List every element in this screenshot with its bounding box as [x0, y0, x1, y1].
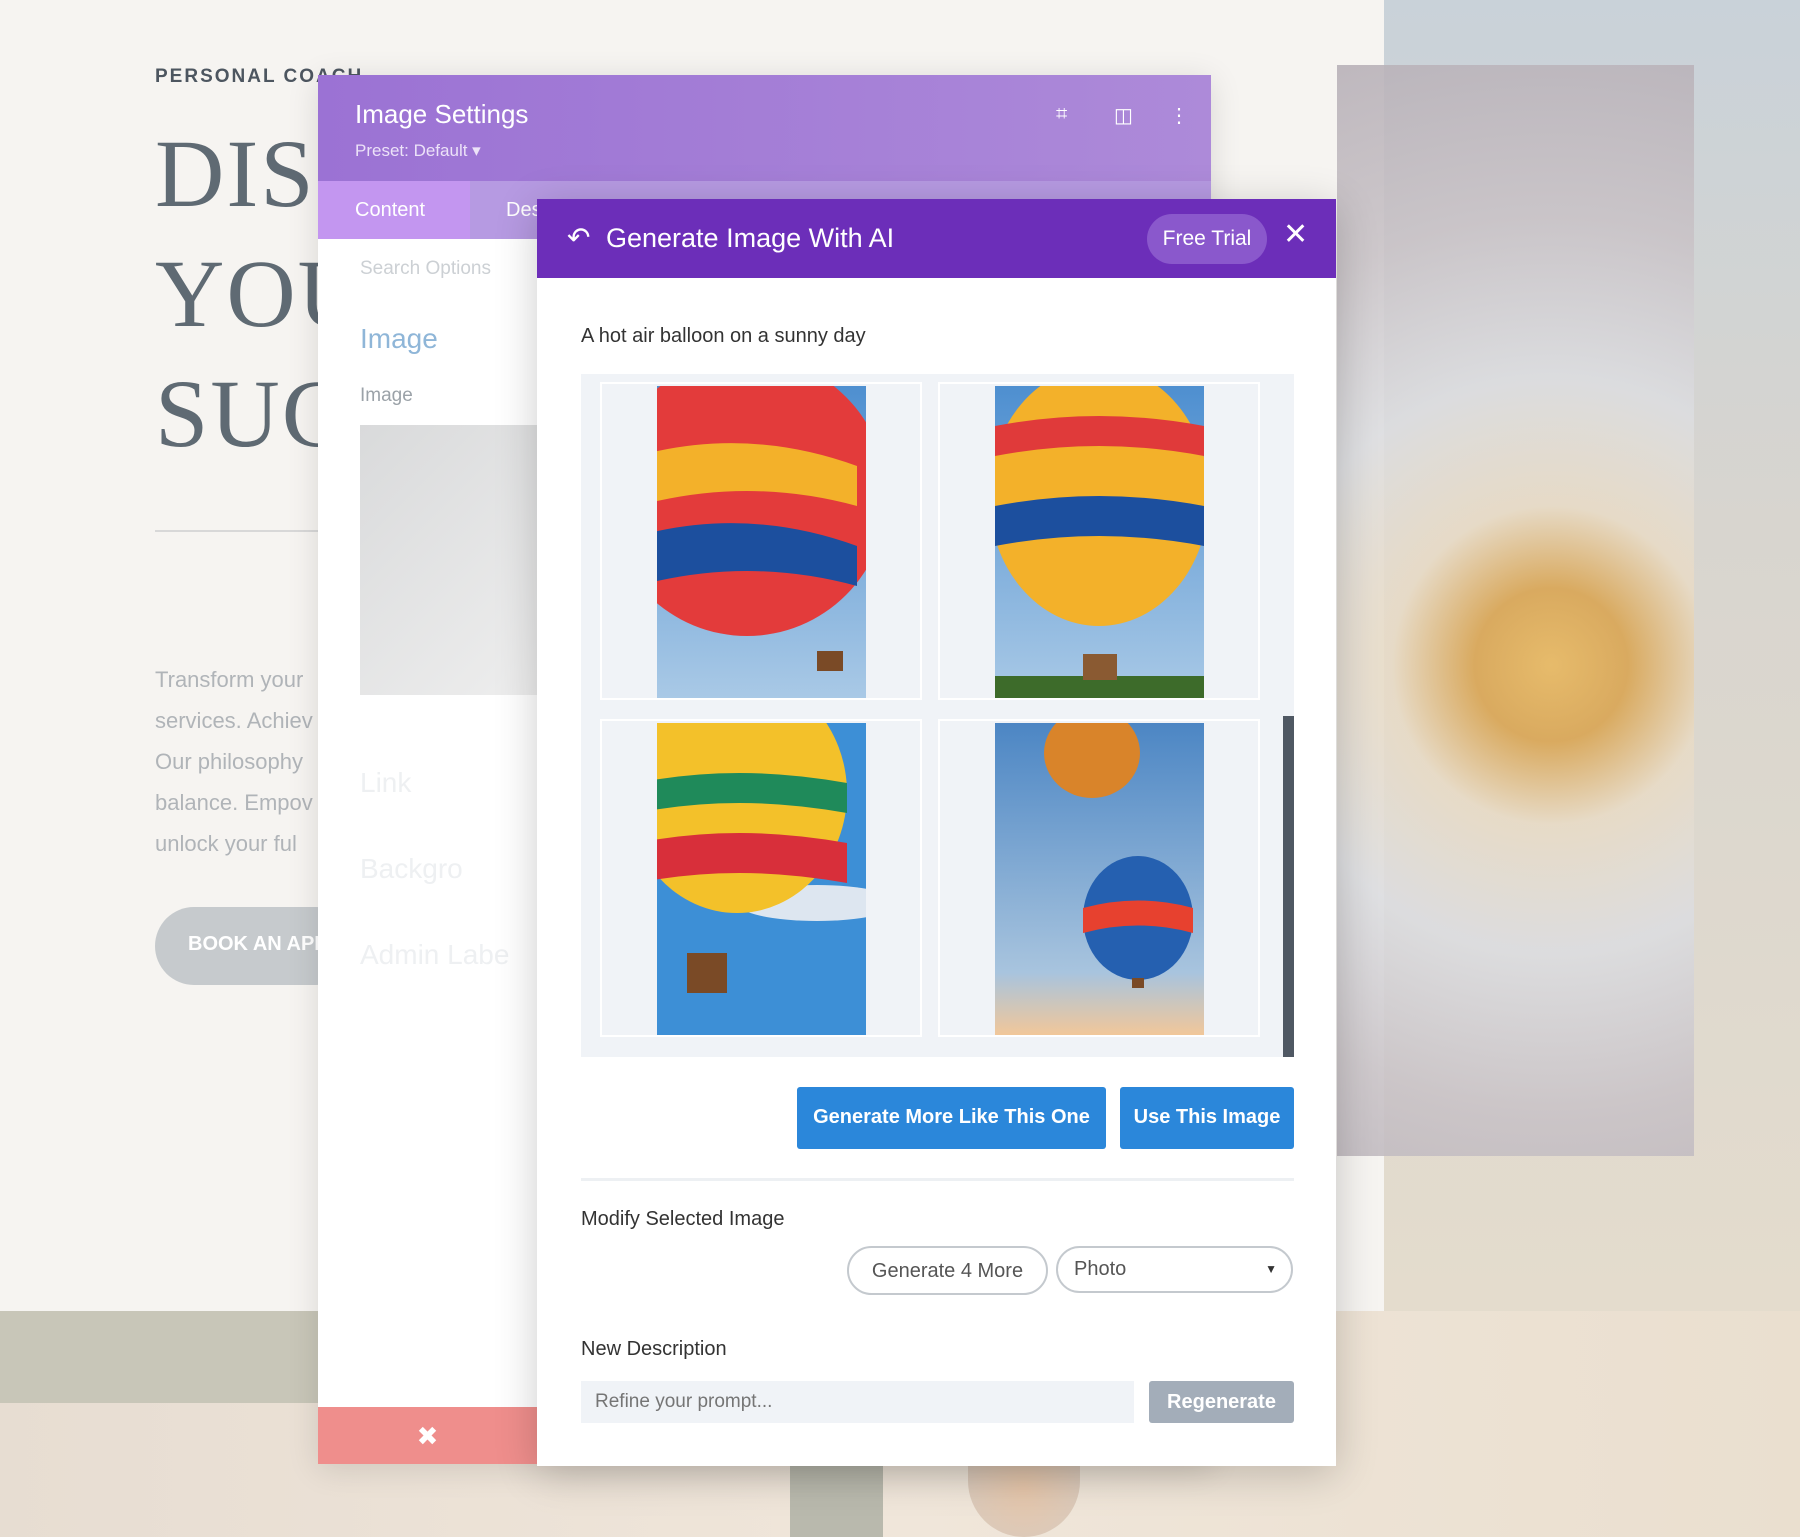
section-background[interactable]: Backgro — [360, 853, 463, 885]
generated-image-4[interactable] — [938, 719, 1260, 1037]
generated-image-3[interactable] — [600, 719, 922, 1037]
free-trial-button[interactable]: Free Trial — [1147, 214, 1267, 264]
modify-section-label: Modify Selected Image — [581, 1208, 785, 1230]
balloon-image — [657, 386, 866, 698]
search-options-input[interactable]: Search Options — [360, 258, 491, 280]
section-image[interactable]: Image — [360, 323, 438, 355]
modal-title: Generate Image With AI — [606, 223, 895, 253]
more-vertical-icon[interactable]: ⋮ — [1169, 103, 1189, 128]
flower-image — [1337, 65, 1694, 1156]
use-this-image-button[interactable]: Use This Image — [1120, 1087, 1294, 1149]
scrollbar[interactable] — [1283, 716, 1294, 1057]
split-view-icon[interactable]: ◫ — [1114, 103, 1133, 128]
image-upload-placeholder[interactable] — [360, 425, 540, 695]
balloon-image — [995, 723, 1204, 1035]
paragraph-line: Transform your — [155, 667, 304, 692]
divider — [581, 1178, 1294, 1181]
paragraph-line: services. Achiev — [155, 708, 313, 733]
generate-more-like-this-button[interactable]: Generate More Like This One — [797, 1087, 1106, 1149]
generated-image-1[interactable] — [600, 382, 922, 700]
close-icon[interactable]: ✕ — [1283, 217, 1308, 252]
section-admin-label[interactable]: Admin Labe — [360, 939, 509, 971]
settings-title: Image Settings — [355, 99, 529, 129]
modal-header: ↶ Generate Image With AI Free Trial ✕ — [537, 199, 1336, 278]
paragraph-line: Our philosophy — [155, 749, 303, 774]
image-field-label: Image — [360, 385, 413, 406]
footer-band — [0, 1311, 318, 1403]
divider — [155, 530, 320, 532]
focus-icon[interactable]: ⌗ — [1056, 103, 1067, 126]
settings-header: Image Settings Preset: Default ▾ ⌗ ◫ ⋮ — [318, 75, 1211, 181]
tab-content[interactable]: Content — [318, 181, 470, 239]
paragraph-line: unlock your ful — [155, 831, 297, 856]
preset-dropdown[interactable]: Preset: Default ▾ — [355, 141, 481, 161]
generate-4-more-button[interactable]: Generate 4 More — [847, 1246, 1048, 1295]
balloon-image — [995, 386, 1204, 698]
decor-block — [790, 1466, 883, 1537]
prompt-text: A hot air balloon on a sunny day — [581, 325, 866, 347]
paragraph-line: balance. Empov — [155, 790, 313, 815]
caret-down-icon: ▼ — [1265, 1262, 1277, 1276]
close-icon: ✖ — [416, 1421, 439, 1451]
balloon-image — [657, 723, 866, 1035]
generate-image-modal: ↶ Generate Image With AI Free Trial ✕ A … — [537, 199, 1336, 1466]
style-select-value: Photo — [1074, 1258, 1127, 1280]
discard-button[interactable]: ✖ — [318, 1407, 537, 1464]
section-link[interactable]: Link — [360, 767, 411, 799]
refine-prompt-input[interactable] — [581, 1381, 1134, 1423]
image-grid — [581, 374, 1294, 1057]
back-arrow-icon[interactable]: ↶ — [567, 221, 590, 254]
regenerate-button[interactable]: Regenerate — [1149, 1381, 1294, 1423]
generated-image-2[interactable] — [938, 382, 1260, 700]
new-description-label: New Description — [581, 1338, 727, 1360]
style-select[interactable]: Photo ▼ — [1056, 1246, 1293, 1293]
